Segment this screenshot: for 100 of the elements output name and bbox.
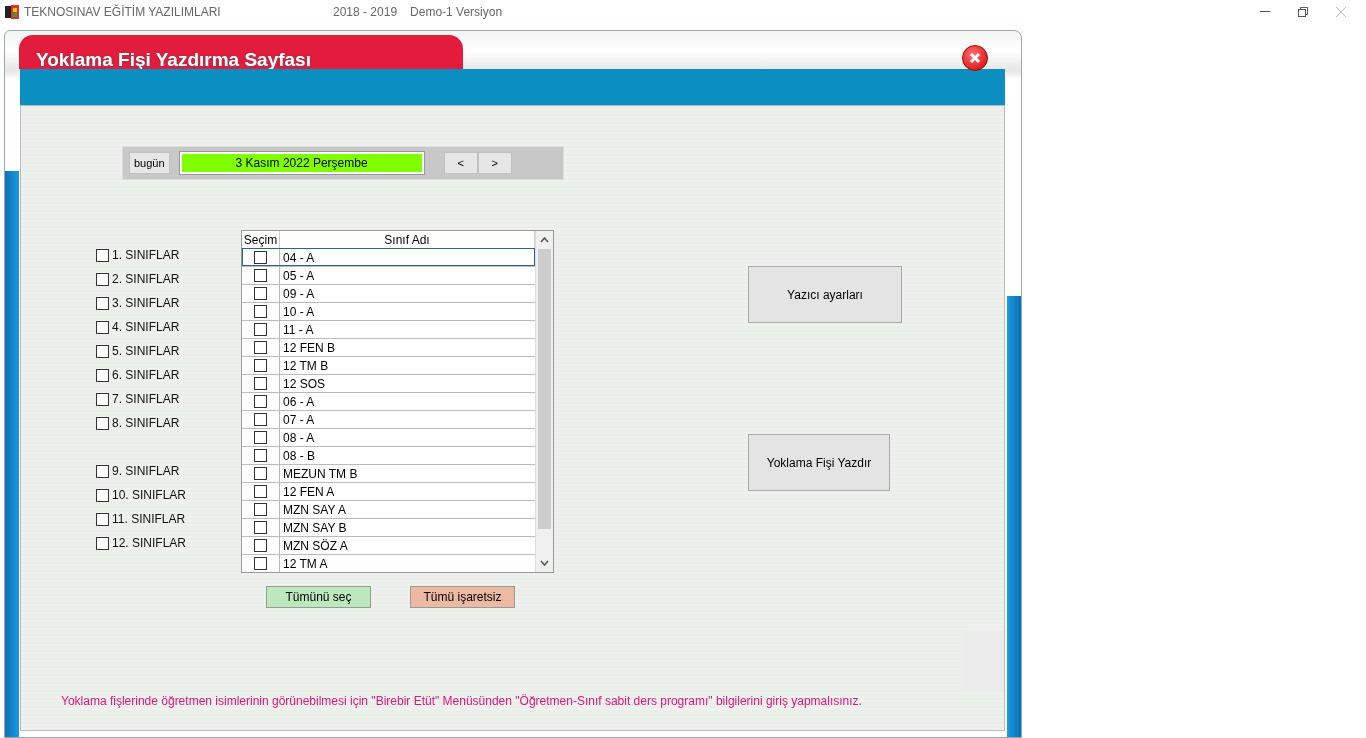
class-name-cell-text: 12 TM A [282,555,329,572]
select-all-button[interactable]: Tümünü seç [266,586,371,608]
row-checkbox[interactable] [254,287,267,300]
row-checkbox[interactable] [254,539,267,552]
table-row[interactable]: 09 - A [242,284,535,302]
row-checkbox[interactable] [254,323,267,336]
minimize-icon[interactable] [1260,11,1270,13]
row-checkbox[interactable] [254,503,267,516]
grade-checkbox[interactable] [96,416,109,430]
clear-all-button[interactable]: Tümü işaretsiz [410,586,515,608]
date-field: 3 Kasım 2022 Perşembe [179,152,424,174]
previous-day-button[interactable]: < [443,152,478,174]
class-name-cell-text: 10 - A [282,303,316,320]
table-row[interactable]: 08 - B [242,446,535,464]
school-year: 2018 - 2019 [333,5,398,19]
class-name-cell-text: 06 - A [282,393,316,410]
grade-checkbox[interactable] [96,488,109,502]
table-row[interactable]: 10 - A [242,302,535,320]
close-icon [969,52,981,64]
row-checkbox[interactable] [254,251,267,264]
row-checkbox[interactable] [254,413,267,426]
scroll-down-icon[interactable] [540,559,549,567]
class-name-cell-text: 04 - A [282,249,316,266]
grade-label: 9. SINIFLAR [112,464,180,478]
blank-panel [961,631,1004,692]
close-button[interactable] [962,45,988,71]
table-row[interactable]: MZN SAY B [242,518,535,536]
grade-label: 11. SINIFLAR [112,512,186,526]
app-title: TEKNOSINAV EĞİTİM YAZILIMLARI [24,5,222,19]
row-checkbox[interactable] [254,521,267,534]
grade-label: 12. SINIFLAR [112,536,187,550]
grade-label: 7. SINIFLAR [112,392,180,406]
class-name-cell-text: 12 TM B [282,357,330,374]
row-checkbox[interactable] [254,557,267,570]
class-name-cell-text: 09 - A [282,285,316,302]
column-header: Seçim [242,231,280,248]
table-row[interactable]: 12 TM B [242,356,535,374]
grade-label: 1. SINIFLAR [112,248,180,262]
scroll-up-icon[interactable] [540,236,549,244]
row-checkbox[interactable] [254,431,267,444]
table-row[interactable]: 12 FEN A [242,482,535,500]
app-logo-icon [4,4,20,20]
row-checkbox[interactable] [254,269,267,282]
next-day-button[interactable]: > [477,152,512,174]
class-name-cell-text: 05 - A [282,267,316,284]
table-row[interactable]: 05 - A [242,266,535,284]
row-checkbox[interactable] [254,467,267,480]
table-row[interactable]: 07 - A [242,410,535,428]
grade-checkbox[interactable] [96,464,109,478]
class-name-cell-text: MZN SAY A [282,501,347,518]
class-name-cell-text: MZN SAY B [282,519,348,536]
table-row[interactable]: 04 - A [242,248,535,266]
grade-label: 8. SINIFLAR [112,416,180,430]
grade-label: 6. SINIFLAR [112,368,180,382]
grade-checkbox[interactable] [96,512,109,526]
grade-label: 4. SINIFLAR [112,320,180,334]
grade-checkbox[interactable] [96,344,109,358]
row-checkbox[interactable] [254,449,267,462]
class-name-cell-text: 11 - A [282,321,315,338]
table-row[interactable]: MZN SÖZ A [242,536,535,554]
row-checkbox[interactable] [254,341,267,354]
class-name-cell-text: 12 FEN B [282,339,337,356]
grade-checkbox[interactable] [96,272,109,286]
table-row[interactable]: 12 TM A [242,554,535,572]
table-row[interactable]: 11 - A [242,320,535,338]
today-button[interactable]: bugün [129,152,170,174]
grade-checkbox[interactable] [96,320,109,334]
class-name-cell-text: 07 - A [282,411,316,428]
row-checkbox[interactable] [254,377,267,390]
grade-checkbox[interactable] [96,296,109,310]
grade-checkbox[interactable] [96,536,109,550]
row-checkbox[interactable] [254,359,267,372]
class-name-cell-text: 08 - B [282,447,316,464]
dialog-title: Yoklama Fişi Yazdırma Sayfası [36,49,311,71]
restore-icon[interactable] [1298,7,1308,17]
printer-settings-button[interactable]: Yazıcı ayarları [748,266,902,323]
class-name-cell-text: 08 - A [282,429,316,446]
grade-checkbox[interactable] [96,248,109,262]
table-row[interactable]: 12 FEN B [242,338,535,356]
class-name-cell-text: MEZUN TM B [282,465,359,482]
class-name-cell-text: 12 SOS [282,375,327,392]
grade-label: 3. SINIFLAR [112,296,180,310]
table-row[interactable]: 06 - A [242,392,535,410]
grade-checkbox[interactable] [96,392,109,406]
table-row[interactable]: MZN SAY A [242,500,535,518]
version-label: Demo-1 Versiyon [410,5,503,19]
print-button[interactable]: Yoklama Fişi Yazdır [748,434,890,491]
row-checkbox[interactable] [254,305,267,318]
grade-label: 10. SINIFLAR [112,488,187,502]
row-checkbox[interactable] [254,395,267,408]
row-checkbox[interactable] [254,485,267,498]
table-row[interactable]: 08 - A [242,428,535,446]
scrollbar[interactable] [535,231,553,572]
class-name-cell-text: MZN SÖZ A [282,537,349,554]
notice-text: Yoklama fişlerinde öğretmen isimlerinin görünebilmesi için "Birebir Etüt" Menüsünden "Öğretmen-Sınıf sabit ders programı" bilgilerini giriş yapmalısınız. [61,694,863,708]
scroll-thumb[interactable] [538,249,551,529]
grade-label: 5. SINIFLAR [112,344,180,358]
table-row[interactable]: MEZUN TM B [242,464,535,482]
grade-checkbox[interactable] [96,368,109,382]
table-row[interactable]: 12 SOS [242,374,535,392]
